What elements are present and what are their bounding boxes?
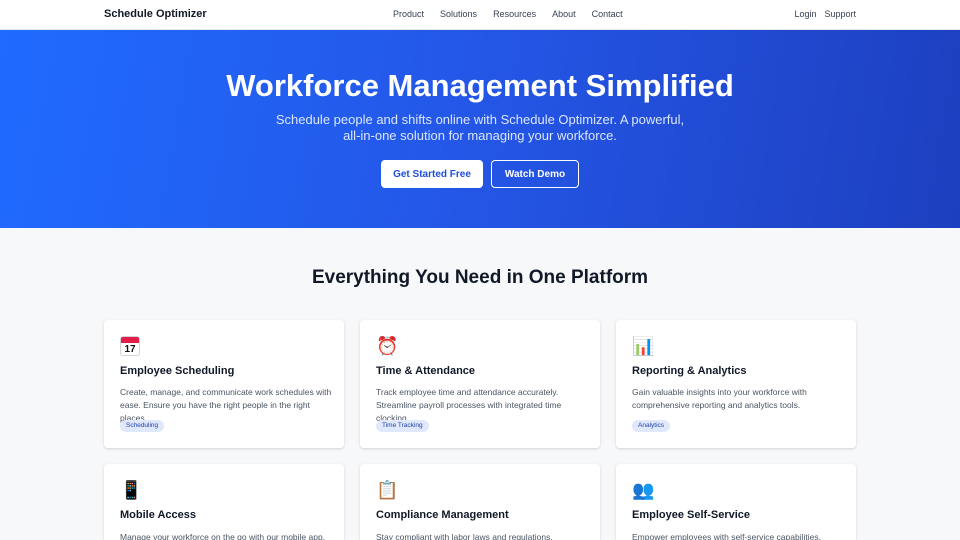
feature-card-self-service[interactable]: 👥 Employee Self-Service Empower employee… xyxy=(616,464,856,540)
alarm-clock-icon: ⏰ xyxy=(376,336,399,356)
hero-subtitle: Schedule people and shifts online with S… xyxy=(0,112,960,144)
clipboard-icon: 📋 xyxy=(376,480,399,500)
feature-card-compliance[interactable]: 📋 Compliance Management Stay compliant w… xyxy=(360,464,600,540)
nav-links: Product Solutions Resources About Contac… xyxy=(393,9,639,19)
feature-card-title: Employee Scheduling xyxy=(120,365,235,377)
features-title: Everything You Need in One Platform xyxy=(311,267,649,288)
get-started-button[interactable]: Get Started Free xyxy=(381,160,483,188)
feature-card-tag: Analytics xyxy=(632,420,671,432)
watch-demo-button[interactable]: Watch Demo xyxy=(491,160,579,188)
hero-title: Workforce Management Simplified xyxy=(226,68,734,103)
login-link[interactable]: Login xyxy=(794,9,816,19)
mobile-phone-icon: 📱 xyxy=(120,480,143,500)
nav-right: Login Support xyxy=(786,9,856,19)
nav-link-resources[interactable]: Resources xyxy=(493,9,536,19)
feature-card-scheduling[interactable]: 17 Employee Scheduling Create, manage, a… xyxy=(104,320,344,448)
bar-chart-icon: 📊 xyxy=(632,336,655,356)
feature-card-title: Compliance Management xyxy=(376,509,509,521)
feature-card-tag: Time Tracking xyxy=(376,420,429,432)
hero-section: Workforce Management Simplified Schedule… xyxy=(0,30,960,228)
feature-card-description: Empower employees with self-service capa… xyxy=(632,532,821,540)
nav-link-solutions[interactable]: Solutions xyxy=(440,9,477,19)
nav-link-contact[interactable]: Contact xyxy=(592,9,623,19)
nav-link-product[interactable]: Product xyxy=(393,9,424,19)
feature-card-mobile[interactable]: 📱 Mobile Access Manage your workforce on… xyxy=(104,464,344,540)
hero-subtitle-line-2: all-in-one solution for managing your wo… xyxy=(343,128,617,143)
feature-card-title: Time & Attendance xyxy=(376,365,476,377)
feature-card-tag: Scheduling xyxy=(120,420,165,432)
feature-card-description: Gain valuable insights into your workfor… xyxy=(632,387,807,410)
feature-card-description: Manage your workforce on the go with our… xyxy=(120,532,326,540)
people-icon: 👥 xyxy=(632,480,655,500)
hero-subtitle-line-1: Schedule people and shifts online with S… xyxy=(275,112,685,127)
feature-card-description: Stay compliant with labor laws and regul… xyxy=(376,532,553,540)
feature-card-title: Reporting & Analytics xyxy=(632,365,747,377)
feature-card-reporting[interactable]: 📊 Reporting & Analytics Gain valuable in… xyxy=(616,320,856,448)
feature-card-title: Mobile Access xyxy=(120,509,197,521)
feature-card-title: Employee Self-Service xyxy=(632,509,751,521)
top-nav: Schedule Optimizer Product Solutions Res… xyxy=(0,0,960,30)
brand-logo[interactable]: Schedule Optimizer xyxy=(104,8,207,20)
nav-link-about[interactable]: About xyxy=(552,9,576,19)
calendar-icon: 17 xyxy=(120,336,140,360)
support-link[interactable]: Support xyxy=(824,9,856,19)
feature-card-time-attendance[interactable]: ⏰ Time & Attendance Track employee time … xyxy=(360,320,600,448)
